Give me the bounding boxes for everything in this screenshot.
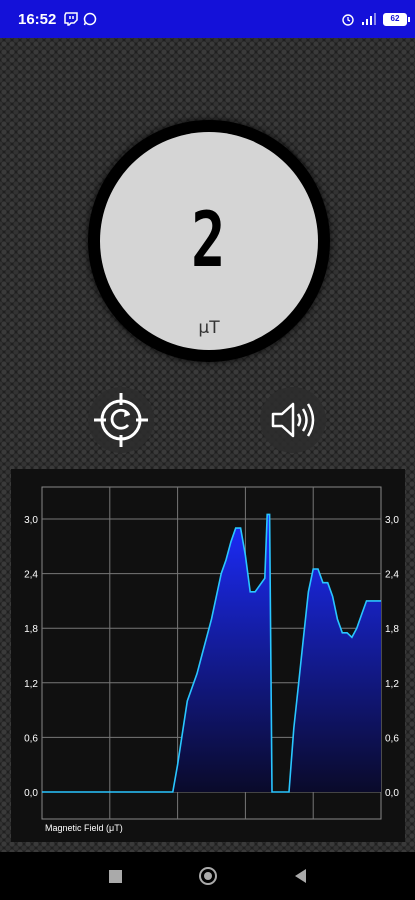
y-tick-label-right: 0,6 bbox=[385, 733, 399, 744]
y-tick-label-right: 0,0 bbox=[385, 788, 399, 799]
y-tick-label-left: 2,4 bbox=[24, 570, 38, 581]
status-right-icons: 62 bbox=[341, 12, 410, 26]
reset-button[interactable] bbox=[88, 387, 154, 453]
whatsapp-icon bbox=[84, 12, 97, 26]
status-time: 16:52 bbox=[18, 10, 57, 28]
back-button[interactable] bbox=[295, 869, 307, 883]
y-tick-label-right: 1,8 bbox=[385, 624, 399, 635]
y-tick-label-left: 0,6 bbox=[24, 733, 38, 744]
signal-icon bbox=[362, 13, 376, 25]
y-tick-label-left: 3,0 bbox=[24, 515, 38, 526]
gauge-dial: 2 μT bbox=[88, 120, 330, 362]
battery-icon: 62 bbox=[383, 12, 410, 26]
gauge-value: 2 bbox=[191, 195, 227, 284]
alarm-icon bbox=[342, 14, 354, 26]
gauge-unit: μT bbox=[198, 318, 220, 338]
twitch-icon bbox=[64, 12, 79, 26]
magnetic-field-chart: 3,0 3,0 2,4 2,4 1,8 1,8 1,2 1,2 0,6 0,6 0,0 0,0 Mag… bbox=[11, 469, 405, 842]
sound-button[interactable] bbox=[260, 387, 326, 453]
status-bar: 16:52 62 bbox=[0, 0, 415, 38]
gauge-face: 2 μT bbox=[100, 132, 318, 350]
y-tick-label-right: 3,0 bbox=[385, 515, 399, 526]
reset-icon bbox=[94, 393, 148, 447]
y-tick-label-right: 1,2 bbox=[385, 679, 399, 690]
series-area bbox=[42, 514, 381, 792]
navigation-bar bbox=[0, 852, 415, 900]
speaker-icon bbox=[271, 402, 315, 438]
y-tick-label-right: 2,4 bbox=[385, 570, 399, 581]
status-left-icons bbox=[64, 12, 97, 26]
chart-svg: 3,0 3,0 2,4 2,4 1,8 1,8 1,2 1,2 0,6 0,6 0,0 0,0 bbox=[24, 486, 399, 820]
y-tick-label-left: 1,2 bbox=[24, 679, 38, 690]
y-tick-label-left: 0,0 bbox=[24, 788, 38, 799]
chart-legend: Magnetic Field (μT) bbox=[45, 823, 123, 833]
home-button[interactable] bbox=[199, 867, 218, 885]
recents-button[interactable] bbox=[108, 869, 122, 883]
y-tick-label-left: 1,8 bbox=[24, 624, 38, 635]
